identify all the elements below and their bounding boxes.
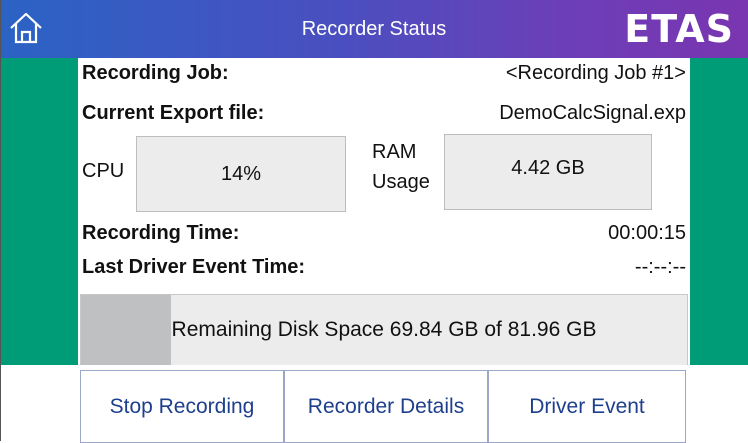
right-side-panel (690, 58, 748, 365)
stop-recording-button[interactable]: Stop Recording (80, 370, 284, 443)
left-edge-line (0, 0, 1, 441)
recording-time-label: Recording Time: (82, 222, 240, 244)
ram-label-line2: Usage (372, 171, 430, 193)
export-file-label: Current Export file: (82, 102, 265, 124)
disk-space-text: Remaining Disk Space 69.84 GB of 81.96 G… (171, 318, 597, 341)
last-event-value: --:--:-- (634, 256, 686, 278)
recording-time-row: Recording Time: 00:00:15 (82, 222, 686, 250)
status-panel: Recording Job: <Recording Job #1> Curren… (78, 58, 690, 366)
last-event-row: Last Driver Event Time: --:--:-- (82, 256, 686, 284)
export-file-row: Current Export file: DemoCalcSignal.exp (82, 102, 686, 130)
etas-logo: ETAS (624, 7, 734, 51)
button-bar: Stop Recording Recorder Details Driver E… (0, 365, 748, 443)
ram-label-line1: RAM (372, 141, 417, 163)
left-side-panel (0, 58, 78, 365)
cpu-label: CPU (82, 160, 125, 182)
ram-value: 4.42 GB (511, 157, 585, 179)
recording-job-label: Recording Job: (82, 62, 229, 84)
cpu-value: 14% (220, 163, 262, 185)
recording-time-value: 00:00:15 (608, 222, 686, 244)
title-bar: Recorder Status ETAS (0, 0, 748, 58)
ram-gauge: 4.42 GB (444, 134, 652, 210)
recording-job-value: <Recording Job #1> (505, 62, 686, 84)
disk-space-bar: Remaining Disk Space 69.84 GB of 81.96 G… (80, 294, 688, 366)
cpu-gauge: 14% (136, 136, 346, 212)
driver-event-button[interactable]: Driver Event (488, 370, 686, 443)
last-event-label: Last Driver Event Time: (82, 256, 306, 278)
recorder-details-button[interactable]: Recorder Details (284, 370, 488, 443)
recording-job-row: Recording Job: <Recording Job #1> (82, 62, 686, 90)
export-file-value: DemoCalcSignal.exp (499, 102, 686, 124)
